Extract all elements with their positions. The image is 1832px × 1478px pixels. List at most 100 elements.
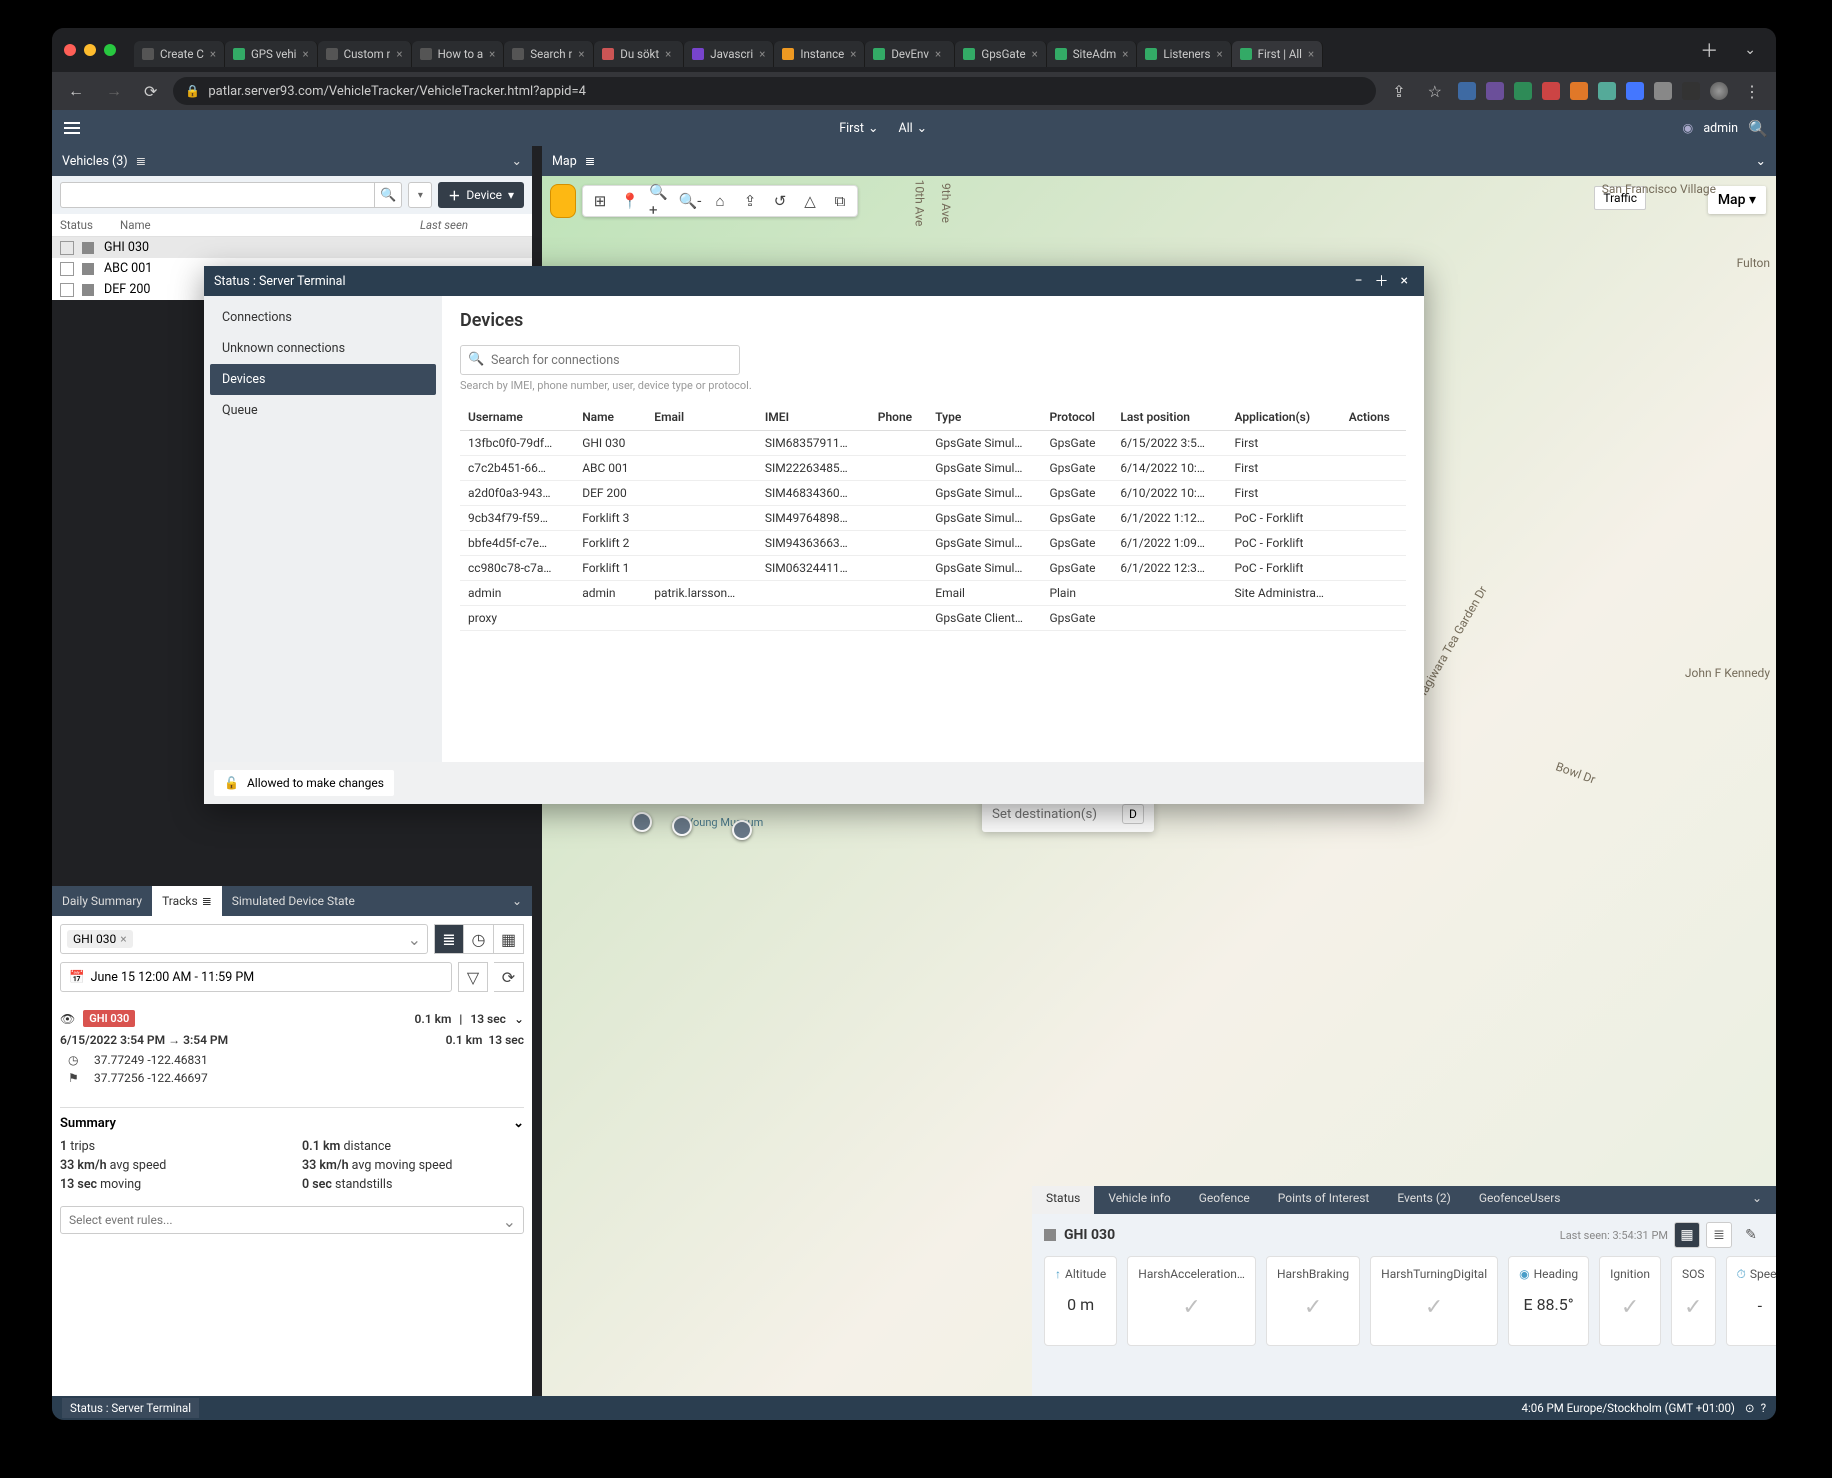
map-panel-header[interactable]: Map ≣ ⌄ <box>542 146 1776 176</box>
tab-sim-state[interactable]: Simulated Device State <box>222 886 365 916</box>
browser-tab[interactable]: SiteAdm× <box>1047 41 1138 67</box>
username-label[interactable]: admin <box>1703 121 1738 136</box>
permission-badge[interactable]: 🔓 Allowed to make changes <box>214 770 394 796</box>
url-field[interactable]: 🔒 patlar.server93.com/VehicleTracker/Veh… <box>173 77 1376 105</box>
browser-tab[interactable]: Search r× <box>504 41 594 67</box>
table-header[interactable]: Phone <box>870 404 928 431</box>
browser-tab[interactable]: First | All× <box>1232 41 1324 67</box>
browser-tab[interactable]: Javascri× <box>684 41 774 67</box>
search-icon[interactable]: 🔍 <box>1748 119 1768 138</box>
chevron-down-icon[interactable]: ⌄ <box>502 886 532 916</box>
search-icon[interactable]: 🔍 <box>374 182 402 208</box>
close-tab-icon[interactable]: × <box>396 47 402 61</box>
close-tab-icon[interactable]: × <box>1032 47 1038 61</box>
tabs-overflow-icon[interactable]: ⌄ <box>1736 42 1764 58</box>
list-icon[interactable]: ≣ <box>136 153 146 169</box>
close-tab-icon[interactable]: × <box>935 47 941 61</box>
close-tab-icon[interactable]: × <box>210 47 216 61</box>
share-icon[interactable]: ⇪ <box>1386 78 1411 105</box>
status-tab[interactable]: Geofence <box>1185 1186 1264 1214</box>
vehicle-marker[interactable] <box>672 816 692 836</box>
close-icon[interactable]: × <box>1395 273 1414 289</box>
modal-nav-item[interactable]: Queue <box>210 395 436 426</box>
browser-tab[interactable]: Du sökt× <box>594 41 684 67</box>
vehicle-row[interactable]: GHI 030 <box>52 237 532 258</box>
hamburger-menu-icon[interactable] <box>60 116 84 140</box>
filter-dropdown[interactable]: ▾ <box>408 182 432 208</box>
status-tab[interactable]: Points of Interest <box>1264 1186 1384 1214</box>
browser-tab[interactable]: GpsGate× <box>955 41 1046 67</box>
refresh-button[interactable]: ⟳ <box>494 962 524 992</box>
chevron-down-icon[interactable]: ⌄ <box>1756 153 1766 169</box>
visibility-icon[interactable]: 👁 <box>60 1012 75 1026</box>
table-row[interactable]: proxyGpsGate Client…GpsGate <box>460 606 1406 631</box>
home-icon[interactable]: ⌂ <box>709 190 731 212</box>
undo-icon[interactable]: ↺ <box>769 190 791 212</box>
triangle-icon[interactable]: △ <box>799 190 821 212</box>
clock-view-button[interactable]: ◷ <box>464 924 494 954</box>
status-tab[interactable]: Events (2) <box>1383 1186 1465 1214</box>
zoom-out-icon[interactable]: 🔍- <box>679 190 701 212</box>
browser-tab[interactable]: Custom r× <box>318 41 412 67</box>
browser-tab[interactable]: GPS vehi× <box>225 41 318 67</box>
modal-nav-item[interactable]: Unknown connections <box>210 333 436 364</box>
grid-view-button[interactable]: ▦ <box>494 924 524 954</box>
reload-button[interactable]: ⟳ <box>138 78 163 105</box>
close-tab-icon[interactable]: × <box>759 47 765 61</box>
back-button[interactable]: ← <box>62 77 90 105</box>
tab-daily-summary[interactable]: Daily Summary <box>52 886 152 916</box>
ext-icon[interactable] <box>1626 82 1644 100</box>
ext-icon[interactable] <box>1598 82 1616 100</box>
puzzle-icon[interactable] <box>1682 82 1700 100</box>
vehicle-chip-input[interactable]: GHI 030× ⌄ <box>60 924 428 954</box>
star-icon[interactable]: ☆ <box>1422 78 1448 105</box>
notification-icon[interactable]: ⊙ <box>1745 1401 1755 1415</box>
pegman-icon[interactable] <box>550 184 576 218</box>
forward-button[interactable]: → <box>100 77 128 105</box>
card-view-button[interactable]: ▦ <box>1674 1222 1700 1248</box>
table-row[interactable]: a2d0f0a3-943…DEF 200SIM46834360…GpsGate … <box>460 481 1406 506</box>
table-row[interactable]: c7c2b451-66…ABC 001SIM22263485…GpsGate S… <box>460 456 1406 481</box>
table-header[interactable]: Application(s) <box>1227 404 1341 431</box>
table-header[interactable]: Actions <box>1341 404 1406 431</box>
filter-button[interactable]: ▽ <box>458 962 488 992</box>
vehicle-search-input[interactable] <box>60 182 374 208</box>
table-header[interactable]: Email <box>646 404 757 431</box>
remove-chip-icon[interactable]: × <box>120 932 126 946</box>
table-header[interactable]: IMEI <box>757 404 870 431</box>
close-tab-icon[interactable]: × <box>1216 47 1222 61</box>
close-tab-icon[interactable]: × <box>1308 47 1314 61</box>
table-header[interactable]: Username <box>460 404 574 431</box>
table-row[interactable]: adminadminpatrik.larsson…EmailPlainSite … <box>460 581 1406 606</box>
pin-icon[interactable]: 📍 <box>619 190 641 212</box>
close-tab-icon[interactable]: × <box>302 47 308 61</box>
ext-icon[interactable] <box>1654 82 1672 100</box>
minimize-icon[interactable]: − <box>1349 273 1369 289</box>
ext-icon[interactable] <box>1542 82 1560 100</box>
vehicle-marker[interactable] <box>632 812 652 832</box>
close-tab-icon[interactable]: × <box>1122 47 1128 61</box>
chevron-down-icon[interactable]: ⌄ <box>512 153 522 169</box>
event-rules-input[interactable] <box>60 1206 524 1234</box>
summary-header[interactable]: Summary⌄ <box>60 1107 524 1131</box>
profile-icon[interactable] <box>1710 82 1728 100</box>
modal-nav-item[interactable]: Connections <box>210 302 436 333</box>
tab-tracks[interactable]: Tracks ≣ <box>152 886 222 916</box>
workspace-dropdown[interactable]: First⌄ <box>839 120 878 136</box>
ext-icon[interactable] <box>1570 82 1588 100</box>
edit-icon[interactable]: ✎ <box>1738 1222 1764 1248</box>
ext-icon[interactable] <box>1458 82 1476 100</box>
status-tab[interactable]: Status <box>1032 1186 1094 1214</box>
table-row[interactable]: 13fbc0f0-79df…GHI 030SIM68357911…GpsGate… <box>460 431 1406 456</box>
list-icon[interactable]: ≣ <box>585 153 595 169</box>
filter-dropdown[interactable]: All⌄ <box>898 120 927 136</box>
upload-icon[interactable]: ⇪ <box>739 190 761 212</box>
help-icon[interactable]: ? <box>1761 1401 1766 1415</box>
table-header[interactable]: Last position <box>1112 404 1226 431</box>
checkbox[interactable] <box>60 241 74 255</box>
vehicles-panel-header[interactable]: Vehicles (3) ≣ ⌄ <box>52 146 532 176</box>
browser-tab[interactable]: How to a× <box>412 41 505 67</box>
connections-search-input[interactable] <box>460 345 740 375</box>
simulator-go-button[interactable]: D <box>1122 804 1144 824</box>
fullscreen-window-icon[interactable] <box>104 44 116 56</box>
